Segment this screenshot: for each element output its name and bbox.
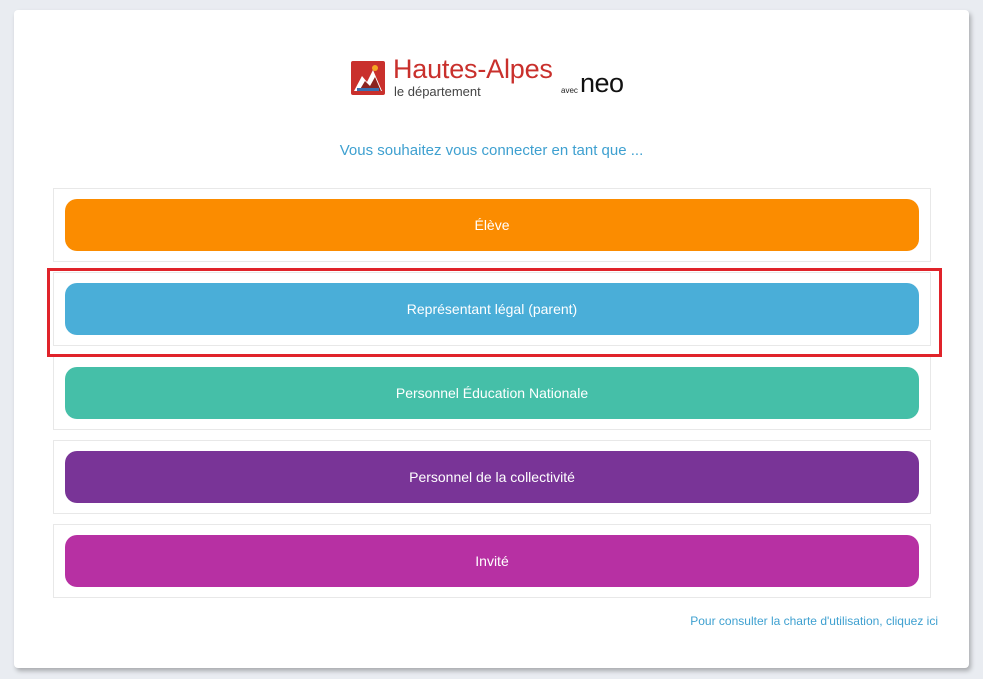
eleve-button[interactable]: Élève — [65, 199, 919, 251]
highlight-box — [47, 268, 942, 357]
logo-subtitle: le département — [394, 84, 481, 99]
logo-avec-label: avec — [561, 86, 578, 95]
hautes-alpes-emblem-icon — [351, 61, 385, 95]
site-logo: Hautes-Alpes le département avec neo — [351, 54, 641, 104]
neo-brand-logo: neo — [580, 68, 624, 98]
role-option-eleve: Élève — [53, 188, 931, 262]
role-option-education-nationale: Personnel Éducation Nationale — [53, 356, 931, 430]
role-option-invite: Invité — [53, 524, 931, 598]
login-prompt: Vous souhaitez vous connecter en tant qu… — [339, 142, 644, 159]
logo-title: Hautes-Alpes — [393, 54, 553, 84]
personnel-education-nationale-button[interactable]: Personnel Éducation Nationale — [65, 367, 919, 419]
invite-button[interactable]: Invité — [65, 535, 919, 587]
charter-link[interactable]: Pour consulter la charte d'utilisation, … — [690, 614, 938, 628]
role-option-collectivite: Personnel de la collectivité — [53, 440, 931, 514]
personnel-collectivite-button[interactable]: Personnel de la collectivité — [65, 451, 919, 503]
